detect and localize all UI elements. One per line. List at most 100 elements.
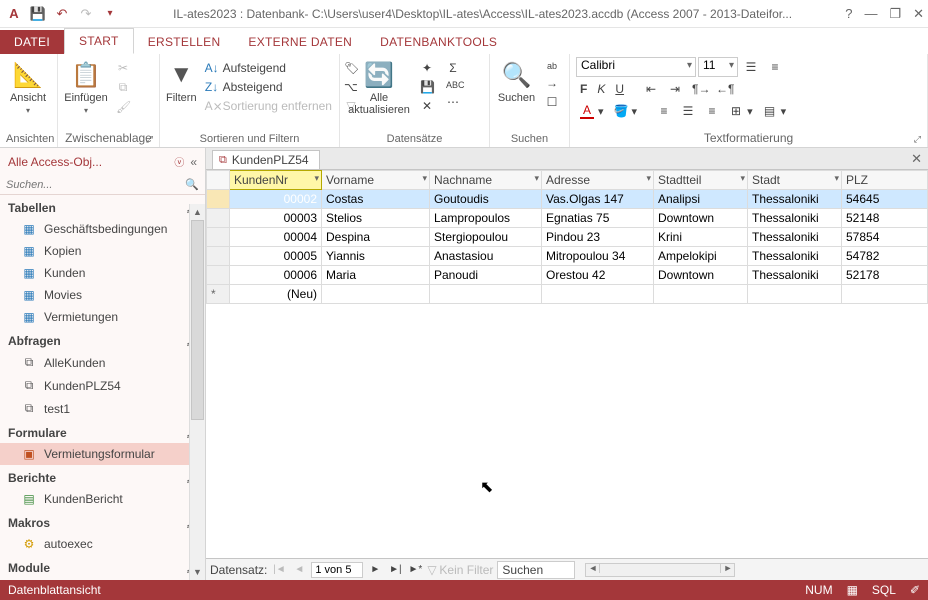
select-all-cell[interactable] — [207, 171, 230, 190]
cell[interactable]: 57854 — [842, 228, 928, 247]
qat-customize-icon[interactable]: ▾ — [100, 4, 120, 24]
alle-aktualisieren-button[interactable]: 🔄 Alle aktualisieren — [346, 57, 412, 116]
cell[interactable]: Orestou 42 — [542, 266, 654, 285]
restore-icon[interactable]: ❐ — [889, 6, 901, 22]
cell[interactable]: Mitropoulou 34 — [542, 247, 654, 266]
align-left-button[interactable]: ≡ — [653, 102, 675, 120]
nav-section-tabellen[interactable]: Tabellen︽ — [0, 195, 205, 218]
nav-section-module[interactable]: Module︽ — [0, 555, 205, 578]
align-right-button[interactable]: ≡ — [701, 102, 723, 120]
search-icon[interactable]: 🔍 — [185, 178, 199, 191]
recnav-prev-button[interactable]: ◄ — [291, 564, 307, 575]
tab-datenbanktools[interactable]: DATENBANKTOOLS — [366, 30, 511, 54]
cell[interactable]: 52178 — [842, 266, 928, 285]
cell[interactable] — [542, 285, 654, 304]
nav-header[interactable]: Alle Access-Obj... ⓥ « — [0, 148, 205, 175]
collapse-icon[interactable]: « — [190, 155, 197, 169]
col-plz[interactable]: PLZ — [842, 171, 928, 190]
recnav-search-input[interactable]: Suchen — [497, 561, 575, 579]
delete-record-button[interactable]: ✕ — [416, 97, 438, 115]
cell[interactable]: Lampropoulos — [430, 209, 542, 228]
cell[interactable]: Analipsi — [654, 190, 748, 209]
nav-item-autoexec[interactable]: ⚙autoexec — [0, 533, 205, 555]
row-selector[interactable] — [207, 266, 230, 285]
circle-chevron-icon[interactable]: ⓥ — [174, 154, 184, 169]
tab-start[interactable]: START — [64, 28, 134, 54]
hscroll-right-icon[interactable]: ► — [720, 563, 734, 573]
close-tab-icon[interactable]: ✕ — [911, 151, 922, 167]
col-nachname[interactable]: Nachname▾ — [430, 171, 542, 190]
cell[interactable]: Thessaloniki — [748, 266, 842, 285]
col-vorname[interactable]: Vorname▾ — [322, 171, 430, 190]
cell[interactable]: 52148 — [842, 209, 928, 228]
cell[interactable]: Pindou 23 — [542, 228, 654, 247]
nav-item-kunden[interactable]: ▦Kunden — [0, 262, 205, 284]
absteigend-button[interactable]: Z↓Absteigend — [201, 78, 336, 96]
ansicht-button[interactable]: 📐 Ansicht ▾ — [6, 57, 50, 115]
cell[interactable]: Stergiopoulou — [430, 228, 542, 247]
recnav-last-button[interactable]: ►| — [387, 564, 403, 575]
cell[interactable]: Thessaloniki — [748, 190, 842, 209]
cell[interactable]: Yiannis — [322, 247, 430, 266]
col-kundennr[interactable]: KundenNr▾ — [230, 171, 322, 190]
fill-color-button[interactable]: 🪣▾ — [610, 102, 642, 120]
bold-button[interactable]: F — [576, 80, 591, 98]
col-filter-icon[interactable]: ▾ — [740, 173, 745, 184]
more-records-button[interactable]: ⋯ — [442, 93, 464, 111]
cell[interactable]: Downtown — [654, 209, 748, 228]
scroll-thumb[interactable] — [191, 220, 204, 420]
nav-item-vermietungsformular[interactable]: ▣Vermietungsformular — [0, 443, 205, 465]
nav-section-formulare[interactable]: Formulare︽ — [0, 420, 205, 443]
cell[interactable]: 54645 — [842, 190, 928, 209]
nav-item-vermietungen[interactable]: ▦Vermietungen — [0, 306, 205, 328]
col-filter-icon[interactable]: ▾ — [534, 173, 539, 184]
cell[interactable] — [654, 285, 748, 304]
cell[interactable]: Stelios — [322, 209, 430, 228]
underline-button[interactable]: U — [611, 80, 628, 98]
save-record-button[interactable]: 💾 — [416, 78, 438, 96]
nav-item-geschaeftsbedingungen[interactable]: ▦Geschäftsbedingungen — [0, 218, 205, 240]
italic-button[interactable]: K — [593, 80, 609, 98]
scroll-up-icon[interactable]: ▲ — [190, 204, 205, 220]
design-view-icon[interactable]: ✐ — [910, 583, 920, 597]
new-record-button[interactable]: ✦ — [416, 59, 438, 77]
cell[interactable]: 00006 — [230, 266, 322, 285]
col-stadt[interactable]: Stadt▾ — [748, 171, 842, 190]
nav-scrollbar[interactable]: ▲ ▼ — [189, 204, 205, 580]
recnav-first-button[interactable]: |◄ — [271, 564, 287, 575]
gridlines-button[interactable]: ⊞▾ — [725, 102, 757, 120]
nav-section-abfragen[interactable]: Abfragen︽ — [0, 328, 205, 351]
rtl-button[interactable]: ←¶ — [712, 80, 734, 98]
nav-item-movies[interactable]: ▦Movies — [0, 284, 205, 306]
tab-erstellen[interactable]: ERSTELLEN — [134, 30, 235, 54]
hscrollbar[interactable]: ◄ ► — [585, 563, 735, 577]
cell[interactable] — [748, 285, 842, 304]
cell[interactable]: 00004 — [230, 228, 322, 247]
suchen-button[interactable]: 🔍 Suchen — [496, 57, 537, 104]
row-selector[interactable] — [207, 228, 230, 247]
format-painter-button[interactable]: 🖌 — [112, 98, 134, 116]
col-stadtteil[interactable]: Stadtteil▾ — [654, 171, 748, 190]
nav-section-berichte[interactable]: Berichte︽ — [0, 465, 205, 488]
font-name-select[interactable]: Calibri — [576, 57, 696, 77]
cell-new[interactable]: (Neu) — [230, 285, 322, 304]
cut-button[interactable]: ✂ — [112, 59, 134, 77]
font-size-select[interactable]: 11 — [698, 57, 738, 77]
cell[interactable]: 54782 — [842, 247, 928, 266]
tab-externe-daten[interactable]: EXTERNE DATEN — [234, 30, 366, 54]
cell[interactable]: Goutoudis — [430, 190, 542, 209]
redo-icon[interactable]: ↷ — [76, 4, 96, 24]
nav-search-input[interactable] — [6, 179, 185, 191]
aufsteigend-button[interactable]: A↓Aufsteigend — [201, 59, 336, 77]
sql-view-icon[interactable]: SQL — [872, 583, 896, 597]
sortierung-entfernen-button[interactable]: A⨯Sortierung entfernen — [201, 97, 336, 115]
replace-button[interactable]: ab — [541, 59, 563, 73]
save-icon[interactable]: 💾 — [28, 4, 48, 24]
nav-item-kundenplz54[interactable]: ⧉KundenPLZ54 — [0, 374, 205, 397]
ltr-button[interactable]: ¶→ — [688, 80, 710, 98]
doc-tab-kundenplz54[interactable]: ⧉ KundenPLZ54 — [212, 150, 320, 169]
indent-dec-button[interactable]: ⇤ — [640, 80, 662, 98]
altrow-button[interactable]: ▤▾ — [759, 102, 791, 120]
minimize-icon[interactable]: ― — [864, 6, 877, 22]
row-selector[interactable] — [207, 209, 230, 228]
